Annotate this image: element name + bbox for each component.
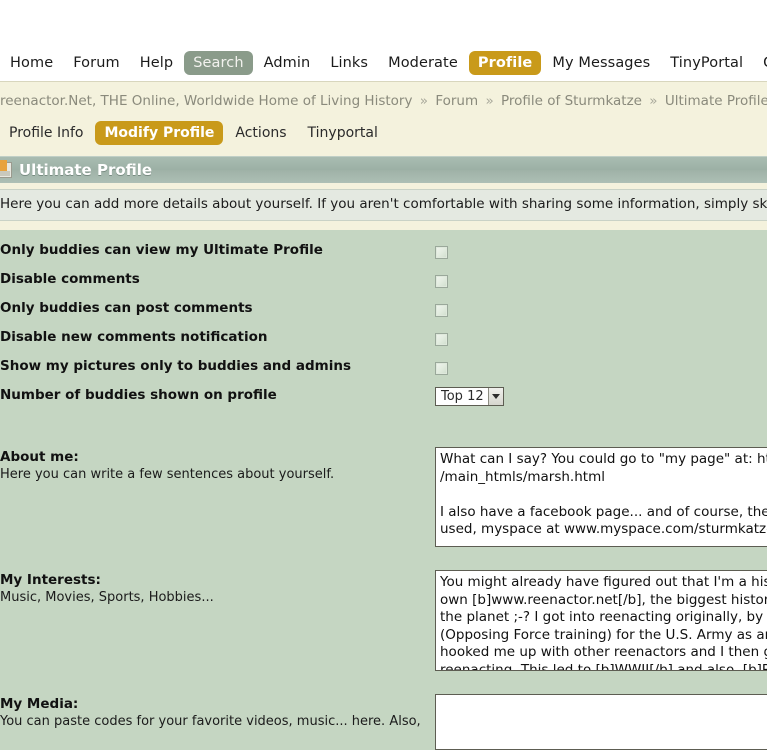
field-desc-my-media: You can paste codes for your favorite vi… — [0, 714, 421, 729]
breadcrumb-separator: » — [649, 93, 658, 109]
nav-item-tinyportal[interactable]: TinyPortal — [661, 51, 752, 75]
nav-item-forum[interactable]: Forum — [64, 51, 128, 75]
breadcrumb-segment-forum[interactable]: Forum — [435, 93, 478, 109]
field-row-about-me: About me: Here you can write a few sente… — [0, 440, 767, 547]
section-header: Ultimate Profile — [0, 156, 767, 183]
field-title-my-media: My Media: — [0, 696, 79, 712]
form-spacer — [0, 547, 767, 563]
option-control — [435, 327, 767, 346]
chevron-down-icon[interactable] — [487, 388, 503, 405]
field-label-column: My Media: You can paste codes for your f… — [0, 687, 435, 731]
nav-item-my-messages[interactable]: My Messages — [543, 51, 659, 75]
nav-item-admin[interactable]: Admin — [255, 51, 320, 75]
nav-item-calendar[interactable]: Calendar — [754, 51, 767, 75]
nav-item-profile[interactable]: Profile — [468, 51, 542, 75]
nav-item-search[interactable]: Search — [184, 51, 253, 75]
section-description: Here you can add more details about your… — [0, 189, 767, 221]
field-desc-my-interests: Music, Movies, Sports, Hobbies... — [0, 590, 214, 605]
disable-comments-checkbox[interactable] — [435, 275, 448, 288]
field-row-my-media: My Media: You can paste codes for your f… — [0, 687, 767, 750]
option-label-buddies-count: Number of buddies shown on profile — [0, 387, 277, 403]
ultimate-profile-form: Only buddies can view my Ultimate Profil… — [0, 230, 767, 750]
option-label-disable-new-comments-notification: Disable new comments notification — [0, 329, 268, 345]
nav-item-home[interactable]: Home — [1, 51, 62, 75]
description-gap — [0, 221, 767, 230]
disable-new-comments-notification-checkbox[interactable] — [435, 333, 448, 346]
field-row-my-interests: My Interests: Music, Movies, Sports, Hob… — [0, 563, 767, 671]
option-label-show-pictures-buddies-admins: Show my pictures only to buddies and adm… — [0, 358, 352, 374]
profile-page-icon — [0, 160, 12, 178]
only-buddies-view-profile-checkbox[interactable] — [435, 246, 448, 259]
option-control — [435, 298, 767, 317]
my-media-textarea[interactable] — [435, 694, 767, 750]
subtab-tinyportal[interactable]: Tinyportal — [299, 121, 387, 145]
option-label-only-buddies-post-comments: Only buddies can post comments — [0, 300, 253, 316]
breadcrumb-separator: » — [419, 93, 429, 109]
show-pictures-buddies-admins-checkbox[interactable] — [435, 362, 448, 375]
option-row: Only buddies can view my Ultimate Profil… — [0, 240, 767, 269]
form-spacer — [0, 414, 767, 440]
subtab-modify-profile[interactable]: Modify Profile — [95, 121, 224, 145]
breadcrumb-separator: » — [485, 93, 494, 109]
field-label-column: About me: Here you can write a few sente… — [0, 440, 435, 484]
only-buddies-post-comments-checkbox[interactable] — [435, 304, 448, 317]
navigation-band: reenactor.Net, THE Online, Worldwide Hom… — [0, 81, 767, 156]
option-row: Disable new comments notification — [0, 327, 767, 356]
option-control — [435, 240, 767, 259]
nav-item-help[interactable]: Help — [131, 51, 182, 75]
nav-item-links[interactable]: Links — [321, 51, 377, 75]
field-title-about-me: About me: — [0, 449, 79, 465]
nav-item-moderate[interactable]: Moderate — [379, 51, 467, 75]
about-me-textarea[interactable]: What can I say? You could go to "my page… — [435, 447, 767, 547]
breadcrumb-segment-site[interactable]: reenactor.Net, THE Online, Worldwide Hom… — [0, 93, 412, 109]
subtab-actions[interactable]: Actions — [226, 121, 295, 145]
option-row: Only buddies can post comments — [0, 298, 767, 327]
option-control — [435, 356, 767, 375]
page-title: Ultimate Profile — [19, 161, 153, 179]
option-label-only-buddies-view-profile: Only buddies can view my Ultimate Profil… — [0, 242, 323, 258]
page-root: Home Forum Help Search Admin Links Moder… — [0, 0, 767, 750]
breadcrumb-segment-profile[interactable]: Profile of Sturmkatze — [501, 93, 642, 109]
top-blank-strip — [0, 0, 767, 45]
option-row: Number of buddies shown on profile Top 1… — [0, 385, 767, 414]
field-desc-about-me: Here you can write a few sentences about… — [0, 467, 335, 482]
option-control: Top 12 — [435, 385, 767, 406]
my-interests-textarea[interactable]: You might already have figured out that … — [435, 570, 767, 671]
field-label-column: My Interests: Music, Movies, Sports, Hob… — [0, 563, 435, 607]
breadcrumb-segment-current: Ultimate Profile — [664, 93, 767, 109]
subtab-profile-info[interactable]: Profile Info — [0, 121, 92, 145]
form-spacer — [0, 671, 767, 687]
main-navigation: Home Forum Help Search Admin Links Moder… — [0, 45, 767, 81]
buddies-count-select[interactable]: Top 12 — [435, 387, 504, 406]
option-row: Disable comments — [0, 269, 767, 298]
option-row: Show my pictures only to buddies and adm… — [0, 356, 767, 385]
breadcrumb: reenactor.Net, THE Online, Worldwide Hom… — [0, 92, 767, 121]
option-label-disable-comments: Disable comments — [0, 271, 140, 287]
field-title-my-interests: My Interests: — [0, 572, 101, 588]
profile-subtabs: Profile Info Modify Profile Actions Tiny… — [0, 121, 767, 156]
option-control — [435, 269, 767, 288]
buddies-count-value: Top 12 — [441, 389, 484, 404]
